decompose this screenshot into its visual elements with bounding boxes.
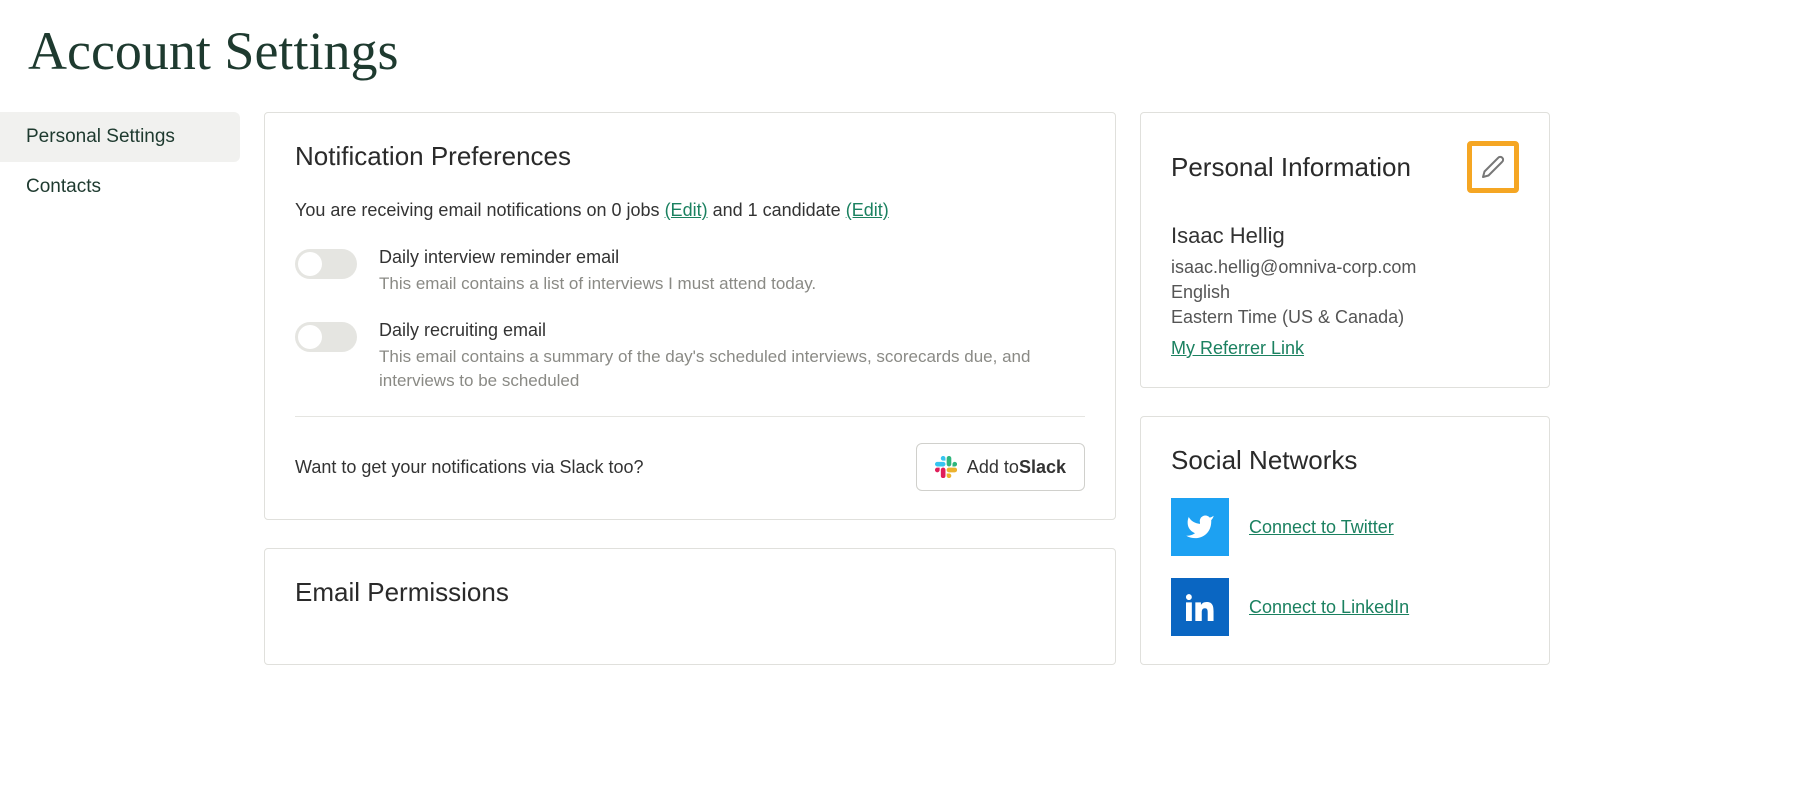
pref-row-daily-interview: Daily interview reminder email This emai… xyxy=(295,247,1085,296)
notification-summary-part1: You are receiving email notifications on… xyxy=(295,200,665,220)
personal-information-card: Personal Information Isaac Hellig isaac.… xyxy=(1140,112,1550,388)
pref-desc: This email contains a summary of the day… xyxy=(379,345,1085,393)
notification-preferences-card: Notification Preferences You are receivi… xyxy=(264,112,1116,520)
divider xyxy=(295,416,1085,417)
email-permissions-heading: Email Permissions xyxy=(295,577,1085,608)
slack-icon xyxy=(935,456,957,478)
referrer-link[interactable]: My Referrer Link xyxy=(1171,338,1304,358)
social-networks-card: Social Networks Connect to Twitter Conne… xyxy=(1140,416,1550,665)
twitter-icon xyxy=(1171,498,1229,556)
linkedin-icon xyxy=(1171,578,1229,636)
personal-info-language: English xyxy=(1171,282,1519,303)
pref-row-daily-recruiting: Daily recruiting email This email contai… xyxy=(295,320,1085,393)
personal-info-header: Personal Information xyxy=(1171,141,1519,193)
personal-info-timezone: Eastern Time (US & Canada) xyxy=(1171,307,1519,328)
personal-information-heading: Personal Information xyxy=(1171,152,1411,183)
pref-title: Daily recruiting email xyxy=(379,320,1085,341)
notification-preferences-heading: Notification Preferences xyxy=(295,141,1085,172)
pref-text: Daily recruiting email This email contai… xyxy=(379,320,1085,393)
social-row-twitter: Connect to Twitter xyxy=(1171,498,1519,556)
connect-linkedin-link[interactable]: Connect to LinkedIn xyxy=(1249,597,1409,618)
social-row-linkedin: Connect to LinkedIn xyxy=(1171,578,1519,636)
sidebar: Personal Settings Contacts xyxy=(0,112,240,212)
email-permissions-card: Email Permissions xyxy=(264,548,1116,665)
pref-title: Daily interview reminder email xyxy=(379,247,1085,268)
sidebar-item-contacts[interactable]: Contacts xyxy=(0,162,240,212)
add-to-slack-button[interactable]: Add to Slack xyxy=(916,443,1085,491)
toggle-daily-interview[interactable] xyxy=(295,249,357,279)
social-networks-heading: Social Networks xyxy=(1171,445,1519,476)
edit-candidates-link[interactable]: (Edit) xyxy=(846,200,889,220)
pencil-icon xyxy=(1481,155,1505,179)
notification-summary-part2: and 1 candidate xyxy=(708,200,846,220)
connect-twitter-link[interactable]: Connect to Twitter xyxy=(1249,517,1394,538)
slack-btn-prefix: Add to xyxy=(967,457,1019,478)
page-title: Account Settings xyxy=(0,0,1813,112)
notification-summary: You are receiving email notifications on… xyxy=(295,200,1085,221)
pref-text: Daily interview reminder email This emai… xyxy=(379,247,1085,296)
toggle-daily-recruiting[interactable] xyxy=(295,322,357,352)
sidebar-item-personal-settings[interactable]: Personal Settings xyxy=(0,112,240,162)
slack-row: Want to get your notifications via Slack… xyxy=(295,443,1085,491)
slack-btn-bold: Slack xyxy=(1019,457,1066,478)
personal-info-name: Isaac Hellig xyxy=(1171,223,1519,249)
edit-personal-info-button[interactable] xyxy=(1467,141,1519,193)
layout: Personal Settings Contacts Notification … xyxy=(0,112,1813,733)
pref-desc: This email contains a list of interviews… xyxy=(379,272,1085,296)
aside-column: Personal Information Isaac Hellig isaac.… xyxy=(1140,112,1550,693)
personal-info-email: isaac.hellig@omniva-corp.com xyxy=(1171,257,1519,278)
edit-jobs-link[interactable]: (Edit) xyxy=(665,200,708,220)
slack-prompt: Want to get your notifications via Slack… xyxy=(295,457,644,478)
main-column: Notification Preferences You are receivi… xyxy=(240,112,1140,693)
